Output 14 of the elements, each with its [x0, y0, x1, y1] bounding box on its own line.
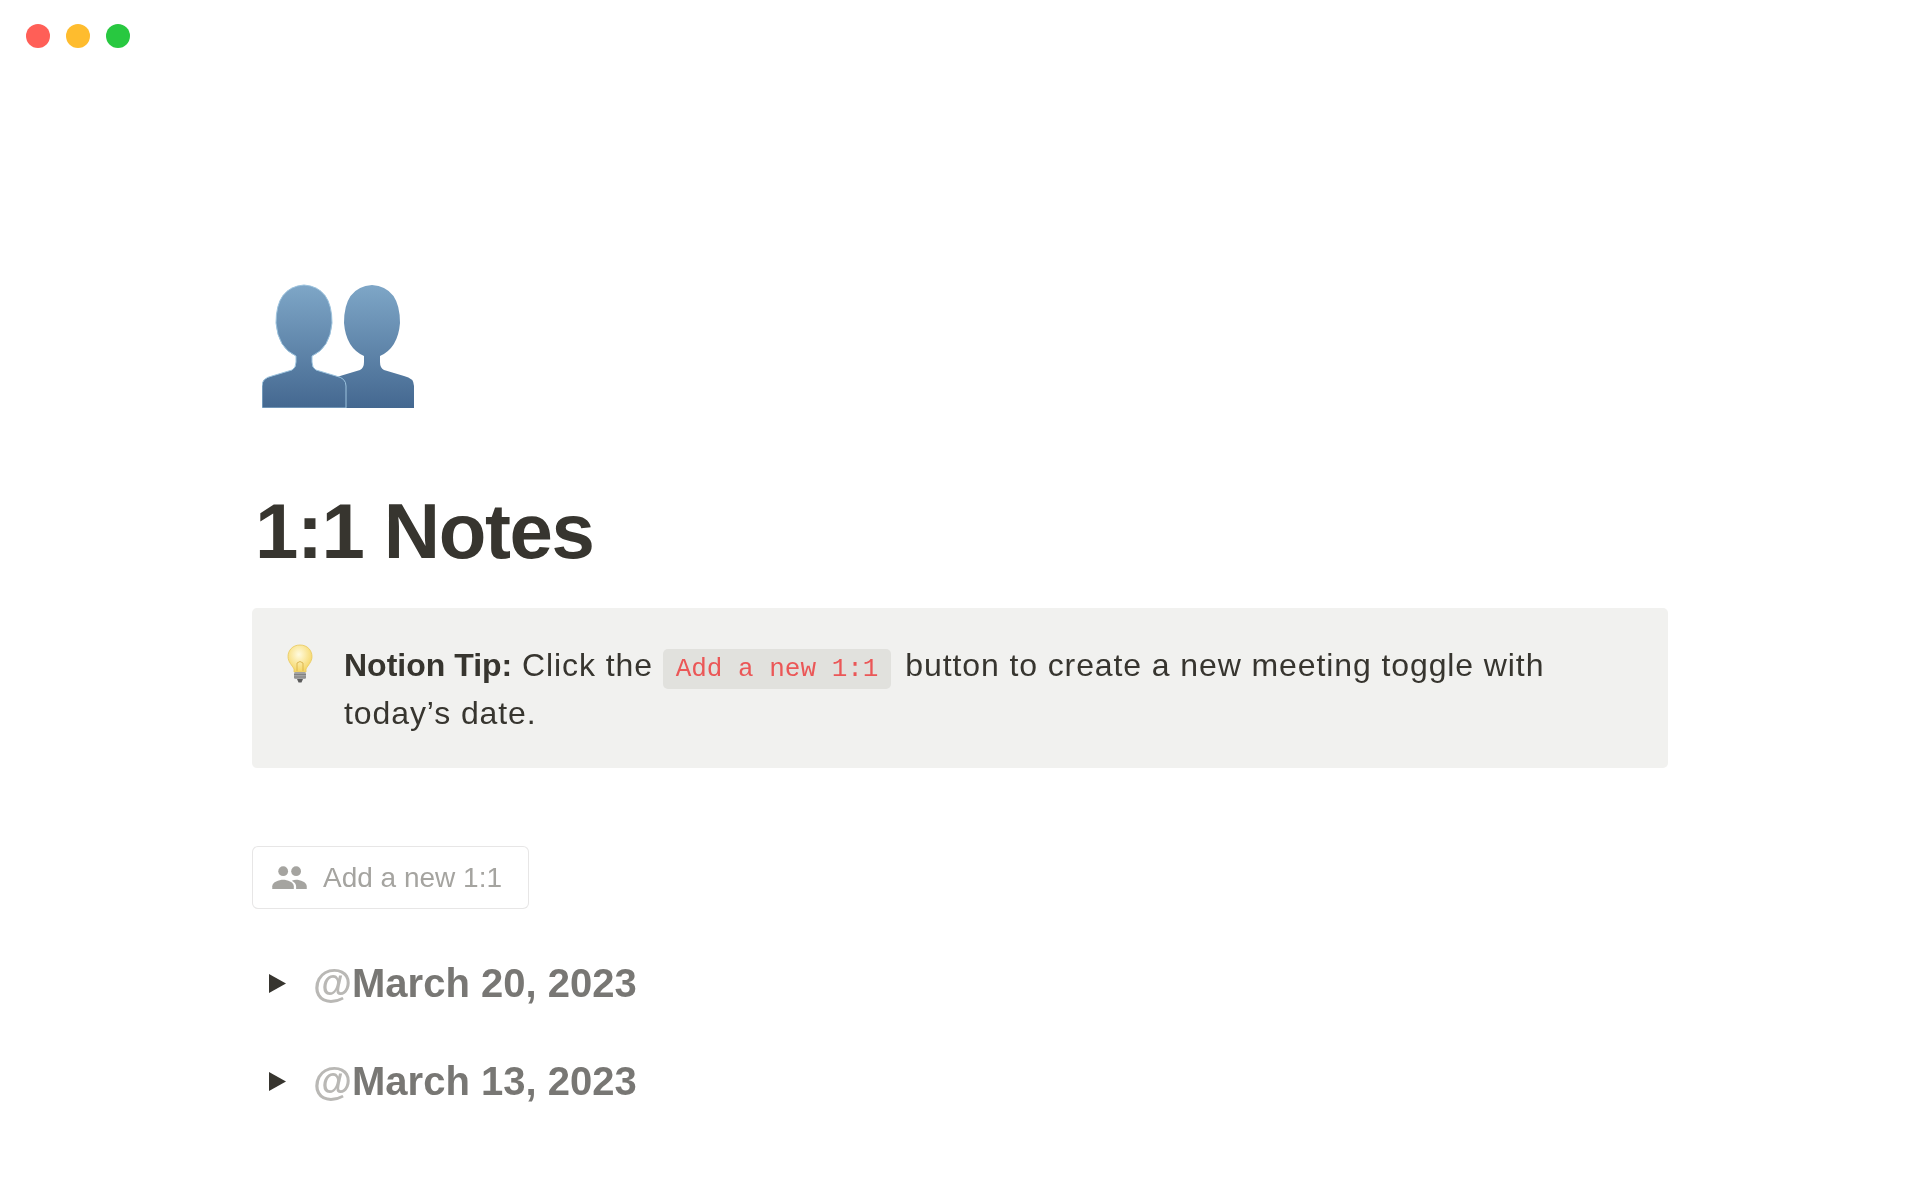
caret-icon[interactable] — [269, 1071, 286, 1091]
caret-icon[interactable] — [269, 973, 286, 993]
date-mention[interactable]: @March 20, 2023 — [313, 953, 637, 1013]
page-title: 1:1 Notes — [255, 486, 594, 577]
people-icon — [272, 866, 307, 889]
window-zoom-button[interactable] — [106, 24, 130, 48]
two-busts-icon — [262, 283, 414, 408]
date-mention[interactable]: @March 13, 2023 — [313, 1051, 637, 1111]
inline-code: Add a new 1:1 — [662, 649, 892, 689]
tip-text: Notion Tip: Click the Add a new 1:1 button to create a new meeting toggle with today’s date. — [344, 646, 1546, 733]
add-meeting-button[interactable]: Add a new 1:1 — [252, 846, 530, 909]
lightbulb-icon — [287, 644, 313, 684]
window-close-button[interactable] — [26, 24, 50, 48]
window-minimize-button[interactable] — [66, 24, 90, 48]
